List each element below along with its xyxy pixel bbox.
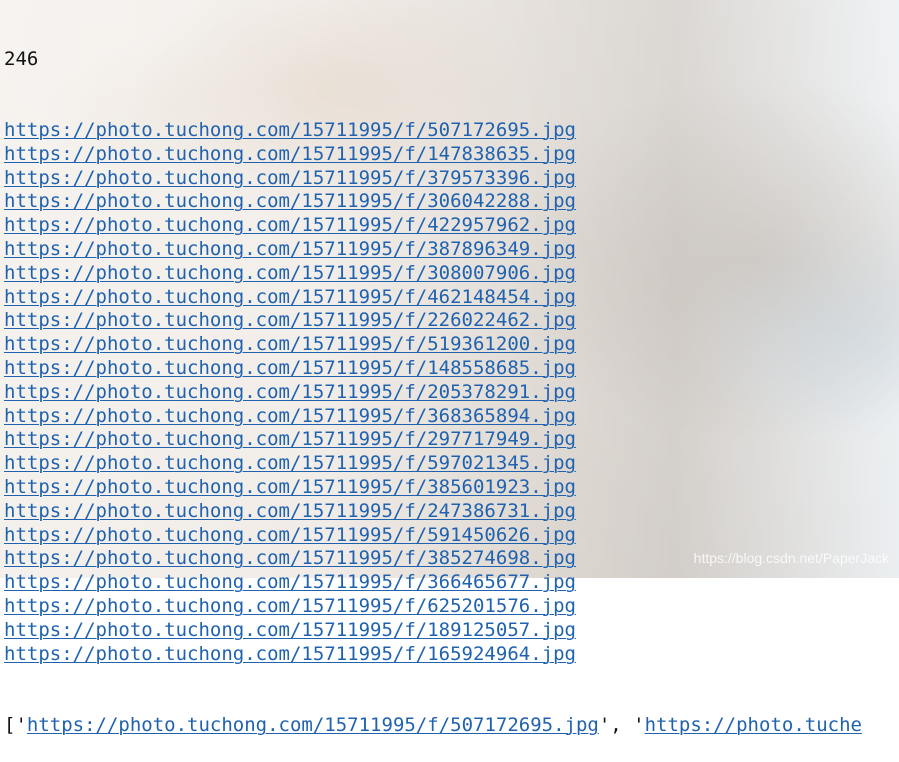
url-link[interactable]: https://photo.tuchong.com/15711995/f/306… (4, 190, 899, 214)
url-link[interactable]: https://photo.tuchong.com/15711995/f/462… (4, 286, 899, 310)
url-link[interactable]: https://photo.tuchong.com/15711995/f/625… (4, 595, 899, 619)
url-link[interactable]: https://photo.tuchong.com/15711995/f/387… (4, 238, 899, 262)
url-link[interactable]: https://photo.tuchong.com/15711995/f/165… (4, 643, 899, 667)
list-separator: ', ' (598, 713, 645, 736)
url-link[interactable]: https://photo.tuchong.com/15711995/f/189… (4, 619, 899, 643)
list-second-url-link[interactable]: https://photo.tuche (645, 714, 862, 736)
url-link[interactable]: https://photo.tuchong.com/15711995/f/247… (4, 500, 899, 524)
url-link[interactable]: https://photo.tuchong.com/15711995/f/379… (4, 167, 899, 191)
url-link[interactable]: https://photo.tuchong.com/15711995/f/147… (4, 143, 899, 167)
url-link[interactable]: https://photo.tuchong.com/15711995/f/226… (4, 309, 899, 333)
url-link[interactable]: https://photo.tuchong.com/15711995/f/591… (4, 524, 899, 548)
url-link[interactable]: https://photo.tuchong.com/15711995/f/597… (4, 452, 899, 476)
url-link[interactable]: https://photo.tuchong.com/15711995/f/205… (4, 381, 899, 405)
url-link[interactable]: https://photo.tuchong.com/15711995/f/148… (4, 357, 899, 381)
watermark: https://blog.csdn.net/PaperJack (693, 550, 889, 566)
url-link[interactable]: https://photo.tuchong.com/15711995/f/366… (4, 571, 899, 595)
url-link[interactable]: https://photo.tuchong.com/15711995/f/422… (4, 214, 899, 238)
list-first-url-link[interactable]: https://photo.tuchong.com/15711995/f/507… (27, 714, 599, 736)
url-link[interactable]: https://photo.tuchong.com/15711995/f/308… (4, 262, 899, 286)
url-link[interactable]: https://photo.tuchong.com/15711995/f/368… (4, 405, 899, 429)
url-link[interactable]: https://photo.tuchong.com/15711995/f/297… (4, 428, 899, 452)
url-link[interactable]: https://photo.tuchong.com/15711995/f/519… (4, 333, 899, 357)
result-count: 246 (4, 47, 39, 70)
url-link[interactable]: https://photo.tuchong.com/15711995/f/507… (4, 119, 899, 143)
console-output: 246 https://photo.tuchong.com/15711995/f… (4, 0, 899, 736)
list-open: [' (4, 713, 27, 736)
python-list-output: ['https://photo.tuchong.com/15711995/f/5… (4, 714, 899, 738)
url-link[interactable]: https://photo.tuchong.com/15711995/f/385… (4, 476, 899, 500)
url-list: https://photo.tuchong.com/15711995/f/507… (4, 119, 899, 666)
